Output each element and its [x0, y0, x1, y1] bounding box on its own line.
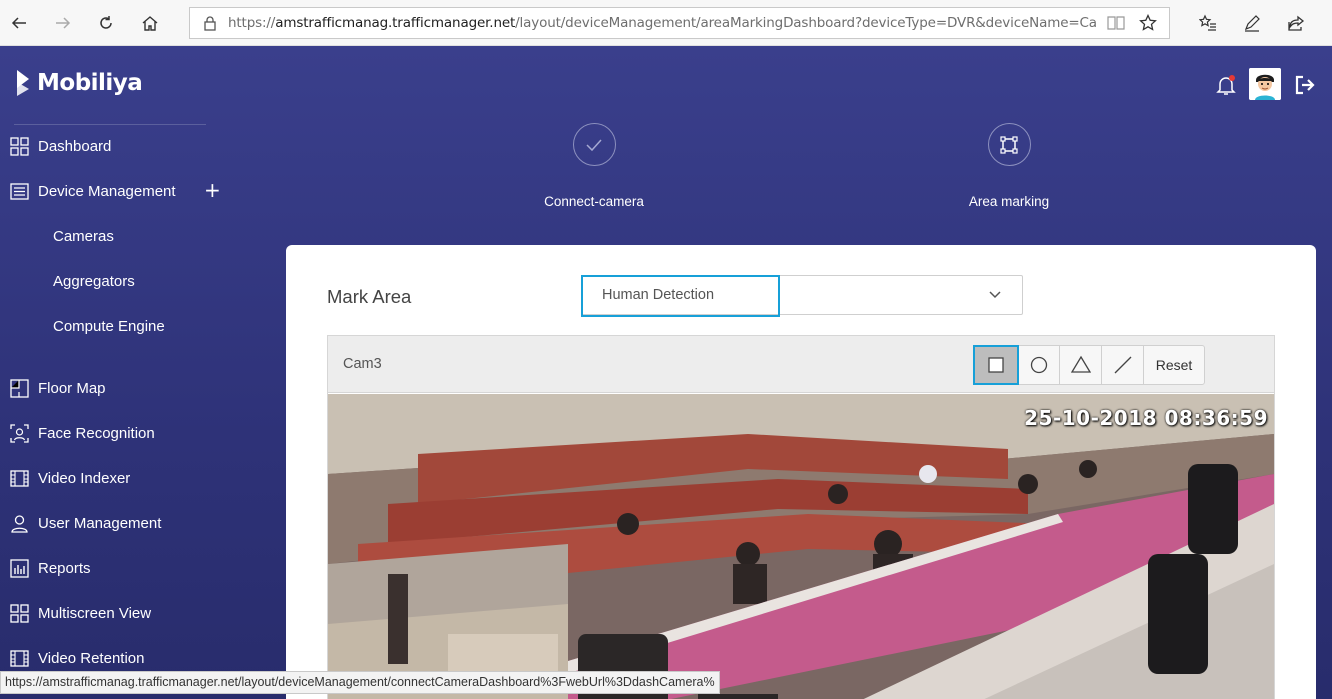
user-icon	[11, 514, 28, 533]
check-icon	[586, 138, 602, 151]
sidebar-item-label: Video Retention	[38, 649, 145, 667]
refresh-icon	[100, 16, 112, 29]
detection-type-select[interactable]: Human Detection	[581, 275, 1023, 317]
grid-icon	[10, 136, 29, 156]
map-icon	[10, 378, 29, 398]
camera-panel: Cam3 Reset 25-10-2018 08:36:59	[327, 335, 1275, 699]
favorites-button[interactable]	[1193, 8, 1223, 38]
forward-arrow-icon	[56, 17, 71, 29]
sidebar-item-label: Aggregators	[53, 272, 135, 290]
film-icon	[10, 649, 29, 667]
chevron-down-icon	[989, 291, 1001, 299]
film-icon	[10, 469, 29, 487]
crop-icon	[1000, 135, 1018, 154]
sidebar-item-device-management[interactable]: Device Management +	[0, 176, 230, 206]
sidebar-item-multiscreen-view[interactable]: Multiscreen View	[0, 598, 230, 628]
sidebar-item-aggregators[interactable]: Aggregators	[0, 266, 230, 296]
reading-view-icon[interactable]	[1107, 15, 1125, 31]
favorite-star-icon[interactable]	[1139, 14, 1157, 32]
rectangle-tool-button[interactable]	[973, 345, 1019, 385]
logo-text: Mobiliya	[37, 70, 143, 96]
browser-toolbar: https://amstrafficmanag.trafficmanager.n…	[0, 0, 1332, 46]
sidebar-item-label: Video Indexer	[38, 469, 131, 487]
sidebar-item-label: Compute Engine	[53, 317, 165, 335]
avatar[interactable]	[1249, 68, 1281, 100]
video-frame-image	[328, 394, 1274, 699]
pen-icon	[1244, 15, 1260, 32]
sidebar-item-video-retention[interactable]: Video Retention	[0, 643, 230, 673]
sidebar-item-video-indexer[interactable]: Video Indexer	[0, 463, 230, 493]
reset-button[interactable]: Reset	[1144, 346, 1204, 384]
sidebar-item-floor-map[interactable]: Floor Map	[0, 373, 230, 403]
status-bar-url: https://amstrafficmanag.trafficmanager.n…	[0, 671, 720, 694]
line-tool-button[interactable]	[1102, 346, 1144, 384]
triangle-tool-button[interactable]	[1060, 346, 1102, 384]
refresh-button[interactable]	[91, 8, 121, 38]
address-bar[interactable]: https://amstrafficmanag.trafficmanager.n…	[189, 7, 1170, 39]
share-icon	[1288, 15, 1305, 31]
forward-button[interactable]	[48, 8, 78, 38]
video-timestamp: 25-10-2018 08:36:59	[1024, 406, 1268, 430]
lock-icon	[204, 16, 216, 31]
circle-icon	[1030, 356, 1047, 374]
back-arrow-icon	[11, 17, 26, 29]
grid-icon	[10, 603, 29, 623]
sidebar-item-label: User Management	[38, 514, 162, 532]
step-area-marking[interactable]: Area marking	[929, 123, 1089, 209]
brand-logo[interactable]: Mobiliya	[14, 68, 143, 98]
sidebar-item-label: Reports	[38, 559, 91, 577]
triangle-icon	[1070, 355, 1091, 373]
sidebar-item-user-management[interactable]: User Management	[0, 508, 230, 538]
home-button[interactable]	[135, 8, 165, 38]
shape-toolbar: Reset	[973, 345, 1205, 385]
back-button[interactable]	[4, 8, 34, 38]
sidebar-item-face-recognition[interactable]: Face Recognition	[0, 418, 230, 448]
chart-icon	[10, 558, 29, 578]
sidebar-item-cameras[interactable]: Cameras	[0, 221, 230, 251]
sidebar-item-label: Cameras	[53, 227, 114, 245]
logout-icon[interactable]	[1294, 74, 1316, 96]
camera-name: Cam3	[343, 356, 382, 372]
expand-plus-icon[interactable]: +	[204, 178, 221, 202]
step-label: Connect-camera	[544, 194, 644, 209]
step-circle	[987, 123, 1031, 166]
notification-bell-icon[interactable]	[1215, 74, 1237, 96]
step-label: Area marking	[968, 194, 1050, 209]
notes-button[interactable]	[1237, 8, 1267, 38]
share-button[interactable]	[1281, 8, 1311, 38]
sidebar-item-reports[interactable]: Reports	[0, 553, 230, 583]
square-icon	[987, 357, 1004, 373]
camera-video-feed[interactable]: 25-10-2018 08:36:59	[328, 394, 1274, 699]
mobiliya-logo-icon	[17, 70, 29, 96]
sidebar-item-label: Floor Map	[38, 379, 106, 397]
line-icon	[1114, 356, 1131, 374]
sidebar-item-dashboard[interactable]: Dashboard	[0, 131, 230, 161]
sidebar-item-label: Device Management	[38, 182, 176, 200]
sidebar-item-compute-engine[interactable]: Compute Engine	[0, 311, 230, 341]
sidebar-item-label: Dashboard	[38, 137, 112, 155]
step-connect-camera[interactable]: Connect-camera	[514, 123, 674, 209]
favorites-list-icon	[1199, 14, 1216, 31]
home-icon	[142, 16, 158, 31]
list-icon	[10, 182, 29, 200]
url-text: https://amstrafficmanag.trafficmanager.n…	[228, 15, 1098, 31]
face-scan-icon	[10, 423, 29, 443]
sidebar-item-label: Face Recognition	[38, 424, 155, 442]
mark-area-title: Mark Area	[327, 286, 412, 307]
camera-panel-header: Cam3 Reset	[328, 336, 1274, 393]
select-value: Human Detection	[602, 287, 715, 303]
app-container: Mobiliya Dashboard Device Management + C…	[0, 46, 1332, 699]
step-circle	[572, 123, 616, 166]
avatar-face-icon	[1249, 68, 1281, 100]
circle-tool-button[interactable]	[1018, 346, 1060, 384]
logo-divider	[14, 124, 206, 125]
sidebar-item-label: Multiscreen View	[38, 604, 152, 622]
mark-area-card: Mark Area Human Detection Cam3 Reset 25-…	[286, 245, 1316, 699]
